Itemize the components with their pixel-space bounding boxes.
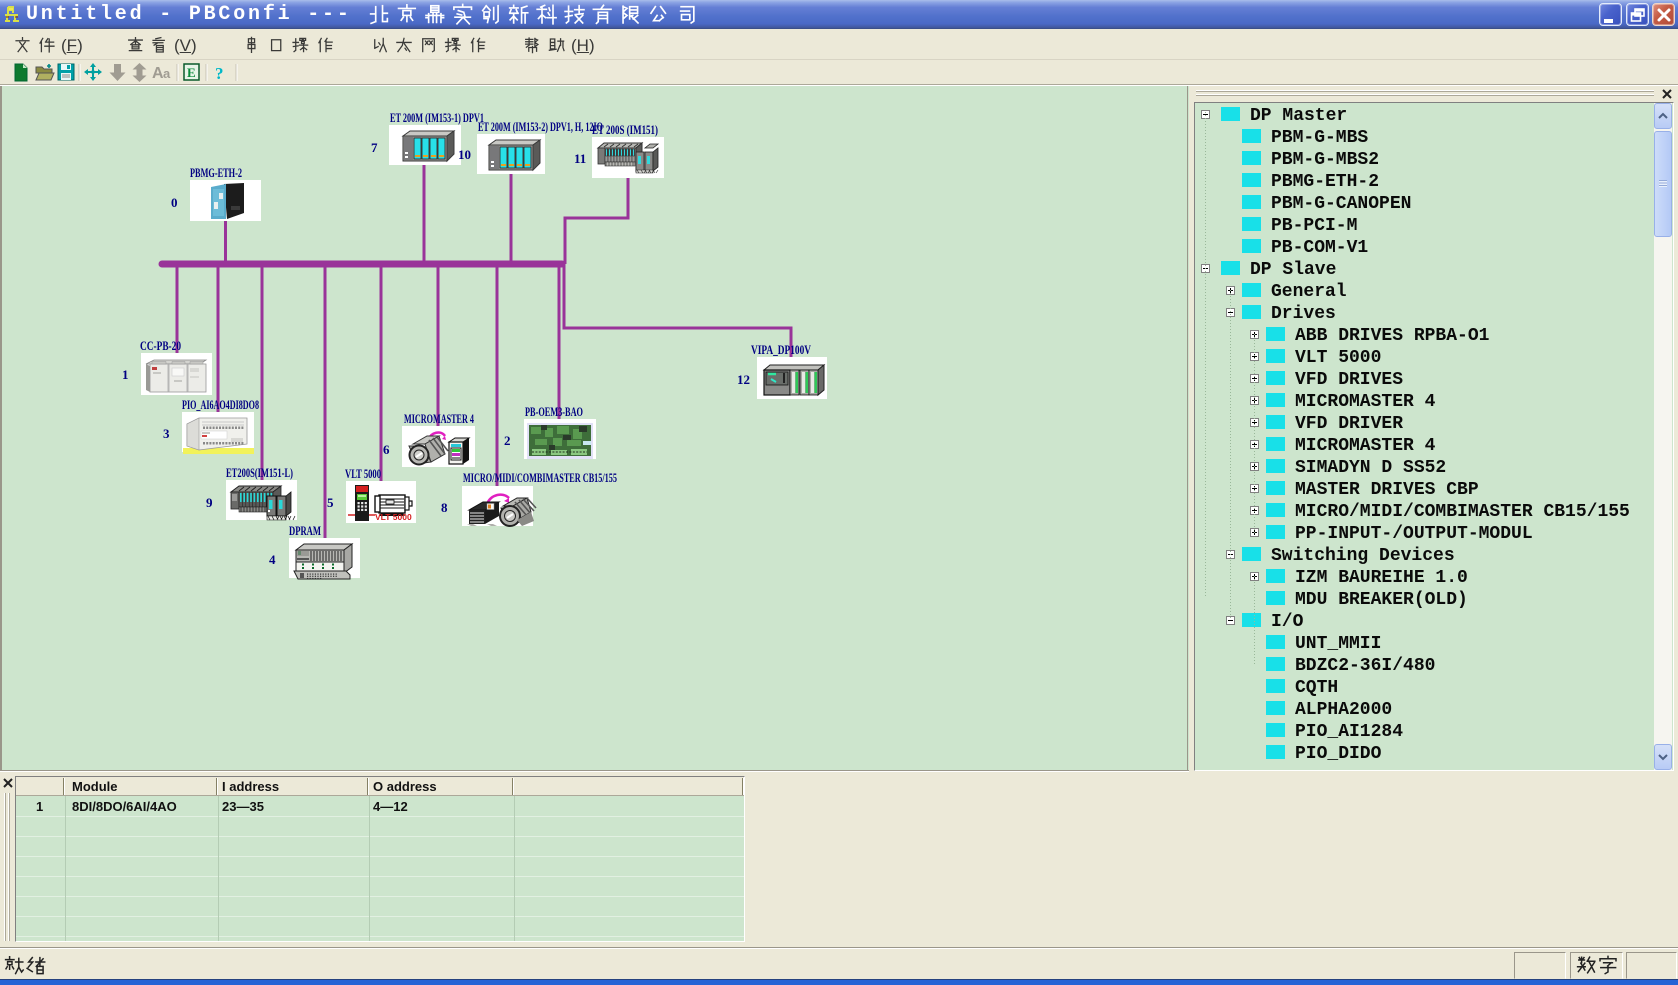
svg-text:11: 11 (574, 151, 586, 166)
svg-text:7: 7 (371, 140, 378, 155)
svg-text:0: 0 (171, 195, 178, 210)
svg-text:VLT 5000: VLT 5000 (375, 512, 412, 522)
svg-text:MICRO/MIDI/COMBIMASTER CB15/15: MICRO/MIDI/COMBIMASTER CB15/155 (463, 470, 617, 485)
svg-text:6: 6 (383, 442, 390, 457)
svg-text:VIPA_DP100V: VIPA_DP100V (751, 342, 811, 357)
svg-text:CC-PB-20: CC-PB-20 (140, 338, 181, 353)
svg-text:8: 8 (441, 500, 448, 515)
svg-text:PBMG-ETH-2: PBMG-ETH-2 (190, 165, 242, 180)
svg-text:a: a (163, 66, 171, 81)
svg-text:E: E (187, 65, 196, 80)
svg-text:3: 3 (163, 426, 170, 441)
svg-text:ET 200M (IM153-2) DPV1, H, 12I: ET 200M (IM153-2) DPV1, H, 12IO (478, 119, 603, 134)
svg-text:9: 9 (206, 495, 213, 510)
svg-text:ET 200S (IM151): ET 200S (IM151) (592, 122, 658, 137)
svg-text:2: 2 (504, 433, 511, 448)
svg-text:?: ? (215, 64, 224, 83)
svg-text:5: 5 (327, 495, 334, 510)
svg-text:DPRAM: DPRAM (289, 523, 321, 538)
svg-text:VLT 5000: VLT 5000 (345, 466, 381, 481)
svg-text:PB-OEM3-BAO: PB-OEM3-BAO (525, 404, 583, 419)
svg-text:ET200S(IM151-L): ET200S(IM151-L) (226, 465, 293, 480)
svg-text:MICROMASTER 4: MICROMASTER 4 (404, 411, 474, 426)
svg-text:ET 200M (IM153-1) DPV1: ET 200M (IM153-1) DPV1 (390, 110, 484, 125)
svg-text:4: 4 (269, 552, 276, 567)
svg-text:10: 10 (458, 147, 471, 162)
svg-text:PIO_AI6AO4DI8DO8: PIO_AI6AO4DI8DO8 (182, 397, 259, 412)
svg-text:1: 1 (122, 367, 129, 382)
svg-text:12: 12 (737, 372, 750, 387)
